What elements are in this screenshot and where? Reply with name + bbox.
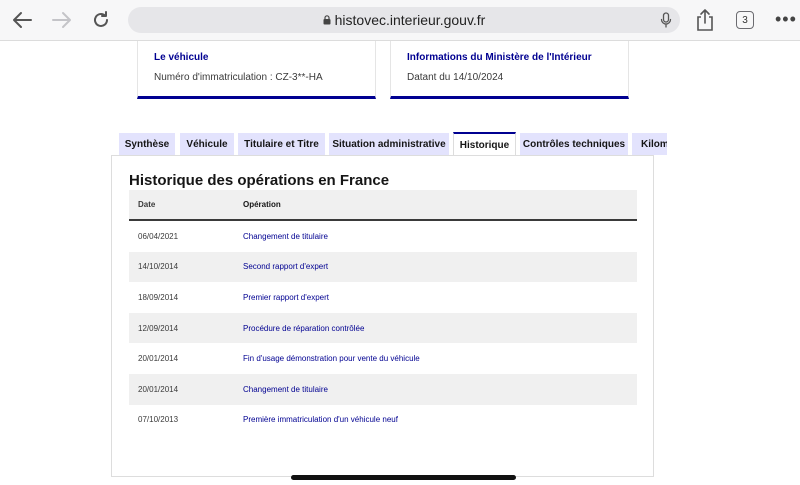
- row-date: 20/01/2014: [138, 354, 179, 364]
- tab-vehicule[interactable]: Véhicule: [180, 133, 234, 155]
- row-operation: Premier rapport d'expert: [243, 292, 330, 302]
- table-row: 12/09/2014 Procédure de réparation contr…: [129, 312, 637, 344]
- forward-button[interactable]: [49, 8, 75, 32]
- registration-number: Numéro d'immatriculation : CZ-3**-HA: [154, 72, 323, 83]
- table-row: 06/04/2021 Changement de titulaire: [129, 221, 637, 252]
- tab-titulaire-titre[interactable]: Titulaire et Titre: [238, 133, 325, 155]
- row-operation: Changement de titulaire: [243, 231, 328, 241]
- table-row: 14/10/2014 Second rapport d'expert: [129, 251, 637, 283]
- back-arrow-icon: [13, 12, 32, 28]
- tab-historique[interactable]: Historique: [453, 132, 516, 156]
- row-operation: Fin d'usage démonstration pour vente du …: [243, 354, 420, 364]
- tabs-count: 3: [742, 14, 748, 26]
- url-text: histovec.interieur.gouv.fr: [334, 12, 486, 28]
- row-operation: Procédure de réparation contrôlée: [243, 323, 365, 333]
- history-table: Date Opération 06/04/2021 Changement de …: [129, 190, 637, 436]
- table-body: 06/04/2021 Changement de titulaire 14/10…: [129, 221, 637, 436]
- row-operation: Changement de titulaire: [243, 384, 328, 394]
- reload-button[interactable]: [88, 8, 114, 32]
- row-date: 07/10/2013: [138, 415, 179, 425]
- row-operation: Second rapport d'expert: [243, 262, 329, 272]
- lock-icon: [323, 15, 331, 25]
- back-button[interactable]: [9, 8, 35, 32]
- data-date: Datant du 14/10/2024: [407, 72, 504, 83]
- row-date: 20/01/2014: [138, 384, 179, 394]
- home-indicator[interactable]: [291, 475, 516, 480]
- column-header-date: Date: [138, 200, 156, 209]
- row-date: 06/04/2021: [138, 231, 179, 241]
- microphone-icon[interactable]: [660, 12, 672, 28]
- ministry-card-title: Informations du Ministère de l'Intérieur: [407, 52, 592, 63]
- column-header-operation: Opération: [243, 200, 281, 209]
- tab-synthese[interactable]: Synthèse: [119, 133, 175, 155]
- tabs-button[interactable]: 3: [736, 11, 754, 29]
- reload-icon: [94, 11, 108, 27]
- table-row: 20/01/2014 Fin d'usage démonstration pou…: [129, 343, 637, 374]
- row-operation: Première immatriculation d'un véhicule n…: [243, 415, 398, 425]
- tab-controles-techniques[interactable]: Contrôles techniques: [520, 133, 628, 155]
- browser-toolbar: histovec.interieur.gouv.fr 3 •••: [0, 0, 800, 41]
- row-date: 14/10/2014: [138, 262, 179, 272]
- share-button[interactable]: [695, 8, 715, 37]
- ministry-card: Informations du Ministère de l'Intérieur…: [390, 41, 629, 99]
- more-icon[interactable]: •••: [775, 10, 797, 28]
- tab-kilometrage[interactable]: Kilométrage: [632, 133, 667, 155]
- table-row: 20/01/2014 Changement de titulaire: [129, 373, 637, 405]
- tab-bar: Synthèse Véhicule Titulaire et Titre Sit…: [111, 132, 667, 156]
- table-row: 07/10/2013 Première immatriculation d'un…: [129, 404, 637, 436]
- address-bar[interactable]: histovec.interieur.gouv.fr: [128, 7, 680, 33]
- row-date: 12/09/2014: [138, 323, 179, 333]
- forward-arrow-icon: [52, 12, 71, 28]
- row-date: 18/09/2014: [138, 292, 179, 302]
- table-header: Date Opération: [129, 190, 637, 221]
- vehicle-card-title: Le véhicule: [154, 52, 209, 63]
- share-icon: [697, 9, 713, 31]
- tab-situation-administrative[interactable]: Situation administrative: [329, 133, 449, 155]
- table-row: 18/09/2014 Premier rapport d'expert: [129, 282, 637, 313]
- history-title: Historique des opérations en France: [129, 172, 390, 189]
- history-panel: Historique des opérations en France Date…: [111, 155, 654, 477]
- vehicle-card: Le véhicule Numéro d'immatriculation : C…: [137, 41, 376, 99]
